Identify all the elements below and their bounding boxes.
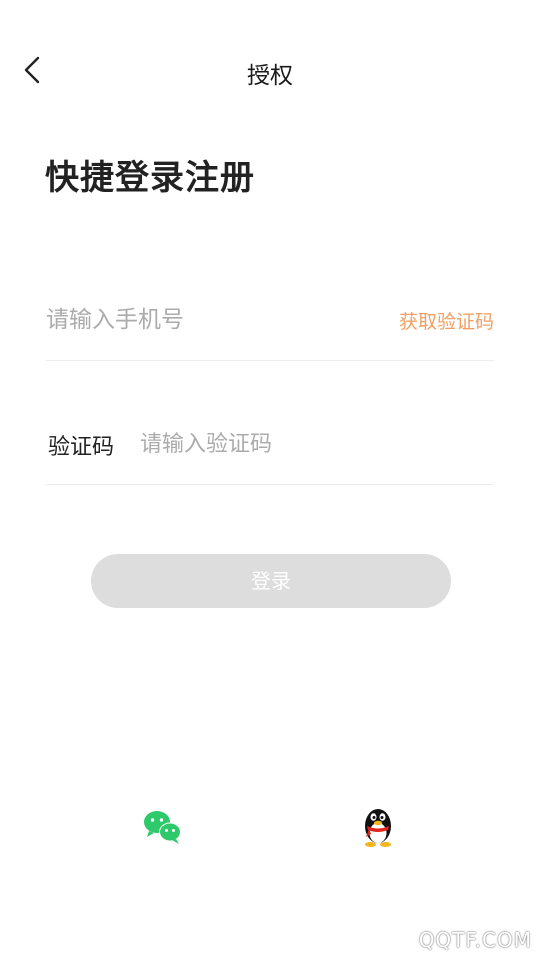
app-header: 授权 xyxy=(0,0,540,140)
qq-icon xyxy=(365,809,391,847)
watermark: QQTF.COM xyxy=(418,928,532,952)
phone-input[interactable] xyxy=(46,300,366,340)
get-code-button[interactable]: 获取验证码 xyxy=(399,307,494,334)
phone-row: 获取验证码 xyxy=(46,290,494,361)
code-label: 验证码 xyxy=(48,435,115,460)
qq-login-button[interactable] xyxy=(358,804,398,848)
code-input[interactable] xyxy=(140,424,460,464)
page-title: 快捷登录注册 xyxy=(45,158,255,198)
login-button[interactable]: 登录 xyxy=(91,554,451,608)
code-row: 验证码 xyxy=(46,414,494,485)
wechat-icon xyxy=(144,811,181,844)
header-title: 授权 xyxy=(247,63,293,89)
wechat-login-button[interactable] xyxy=(142,806,184,848)
